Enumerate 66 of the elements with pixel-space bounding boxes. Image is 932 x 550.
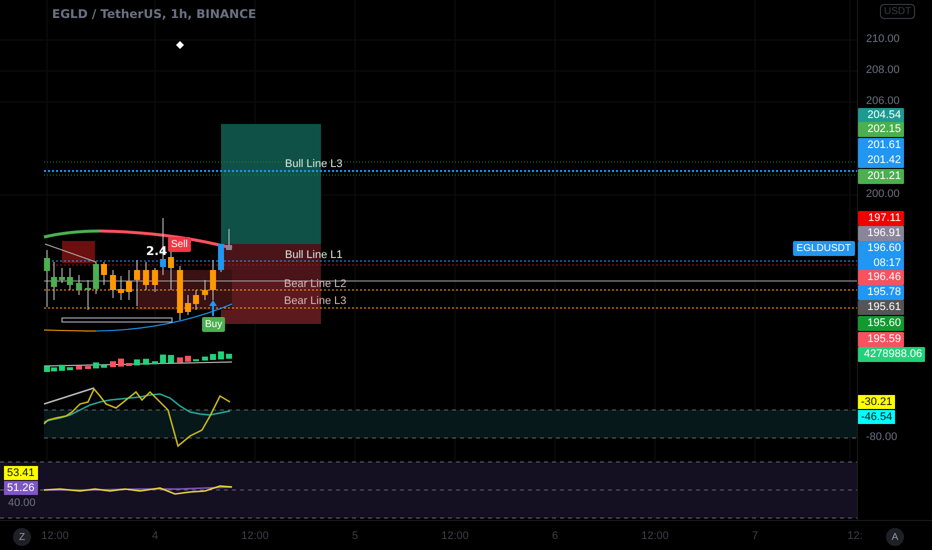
candle: [76, 274, 82, 296]
indicator-value: 51.26: [4, 481, 38, 495]
price-label: 196.46: [858, 270, 904, 285]
price-label: 195.61: [858, 300, 904, 315]
axis-tick: 40.00: [8, 497, 36, 509]
axis-tick: 208.00: [866, 64, 900, 76]
line-label: Bear Line L3: [284, 295, 346, 307]
candle: [185, 294, 191, 316]
line-label: Bull Line L3: [285, 158, 342, 170]
signal-zone: [62, 241, 95, 263]
diamond-icon: [176, 41, 184, 49]
line-label: Bull Line L1: [285, 249, 342, 261]
candle: [67, 268, 73, 290]
indicator-value: -46.54: [858, 410, 896, 424]
sell-badge: Sell: [168, 237, 191, 252]
candle: [168, 250, 174, 290]
candle: [152, 268, 158, 292]
price-label: 197.11: [858, 211, 904, 226]
price-label: 201.21: [858, 169, 904, 184]
time-label: 12:00: [641, 530, 669, 542]
time-label: 12:00: [241, 530, 269, 542]
indicator-value: -30.21: [858, 395, 896, 409]
time-label: 5: [352, 530, 358, 542]
time-label: 4: [152, 530, 158, 542]
time-label: 12:: [847, 530, 863, 542]
price-label: 195.59: [858, 332, 904, 347]
price-label: 196.60 08:17: [858, 241, 904, 271]
price-label: 195.78: [858, 285, 904, 300]
axis-tick: -80.00: [866, 431, 898, 443]
candle: [126, 270, 132, 300]
chart-title: EGLD / TetherUS, 1h, BINANCE: [52, 7, 256, 21]
candle: [93, 262, 99, 294]
candle: [118, 276, 124, 300]
price-label: 202.15: [858, 122, 904, 137]
candle: [134, 260, 140, 306]
time-label: 6: [552, 530, 558, 542]
candle: [202, 280, 208, 300]
price-label: 201.61 201.42: [858, 138, 904, 168]
price-label: 204.54: [858, 108, 904, 123]
arrow-icon: [209, 300, 217, 316]
auto-scale-button[interactable]: A: [886, 528, 904, 546]
candle: [85, 280, 91, 310]
candle: [101, 262, 107, 286]
candle: [110, 270, 116, 298]
candle: [193, 290, 199, 310]
axis-tick: 206.00: [866, 95, 900, 107]
indicator-value: 53.41: [4, 466, 38, 480]
time-label: 7: [752, 530, 758, 542]
candle: [210, 260, 216, 300]
candle: [218, 244, 224, 272]
symbol-tag: EGLDUSDT: [792, 241, 855, 256]
line-label: Bear Line L2: [284, 278, 346, 290]
axis-tick: 200.00: [866, 188, 900, 200]
price-label: 195.60: [858, 316, 904, 331]
candle: [143, 262, 149, 290]
buy-badge: Buy: [202, 317, 226, 332]
price-label: 196.91: [858, 226, 904, 241]
candle: [59, 268, 65, 284]
candle: [177, 266, 183, 320]
candle: [226, 228, 232, 250]
trend-line: [44, 244, 96, 262]
time-label: 12:00: [441, 530, 469, 542]
zoom-button[interactable]: Z: [13, 528, 31, 546]
time-label: 12:00: [41, 530, 69, 542]
price-label: 4278988.06: [858, 347, 926, 362]
axis-tick: 210.00: [866, 33, 900, 45]
